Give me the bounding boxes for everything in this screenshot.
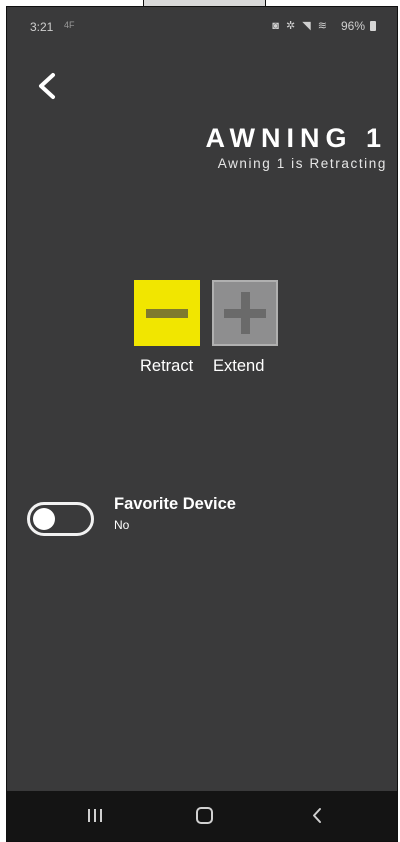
battery-icon (370, 21, 376, 31)
chevron-left-icon (39, 73, 55, 99)
phone-screen: 3:21 4F ◙ ✲ ◥ ≋ 96% AWNING 1 Awning 1 is… (6, 6, 398, 842)
system-nav-bar (7, 791, 397, 841)
favorite-device-value: No (114, 518, 130, 532)
extend-button[interactable] (212, 280, 278, 346)
minus-icon (146, 309, 188, 318)
status-notification: 4F (64, 20, 75, 30)
back-button[interactable] (29, 69, 69, 109)
toggle-knob (33, 508, 55, 530)
retract-button[interactable] (134, 280, 200, 346)
status-subtitle: Awning 1 is Retracting (217, 156, 387, 171)
home-icon (196, 807, 213, 824)
favorite-toggle[interactable] (27, 502, 94, 536)
status-icons: ◙ ✲ ◥ ≋ (272, 20, 329, 32)
battery-percent: 96% (340, 19, 365, 33)
status-time: 3:21 (30, 20, 54, 34)
favorite-device-label: Favorite Device (114, 495, 236, 513)
retract-label: Retract (140, 357, 194, 375)
page-title: AWNING 1 (205, 123, 387, 153)
recent-apps-button[interactable] (75, 801, 115, 831)
home-button[interactable] (185, 801, 225, 831)
extend-label: Extend (213, 357, 265, 375)
nav-back-button[interactable] (297, 801, 337, 831)
recent-apps-icon (88, 809, 102, 822)
status-bar: 3:21 4F ◙ ✲ ◥ ≋ 96% (7, 7, 397, 41)
back-icon (313, 808, 321, 823)
